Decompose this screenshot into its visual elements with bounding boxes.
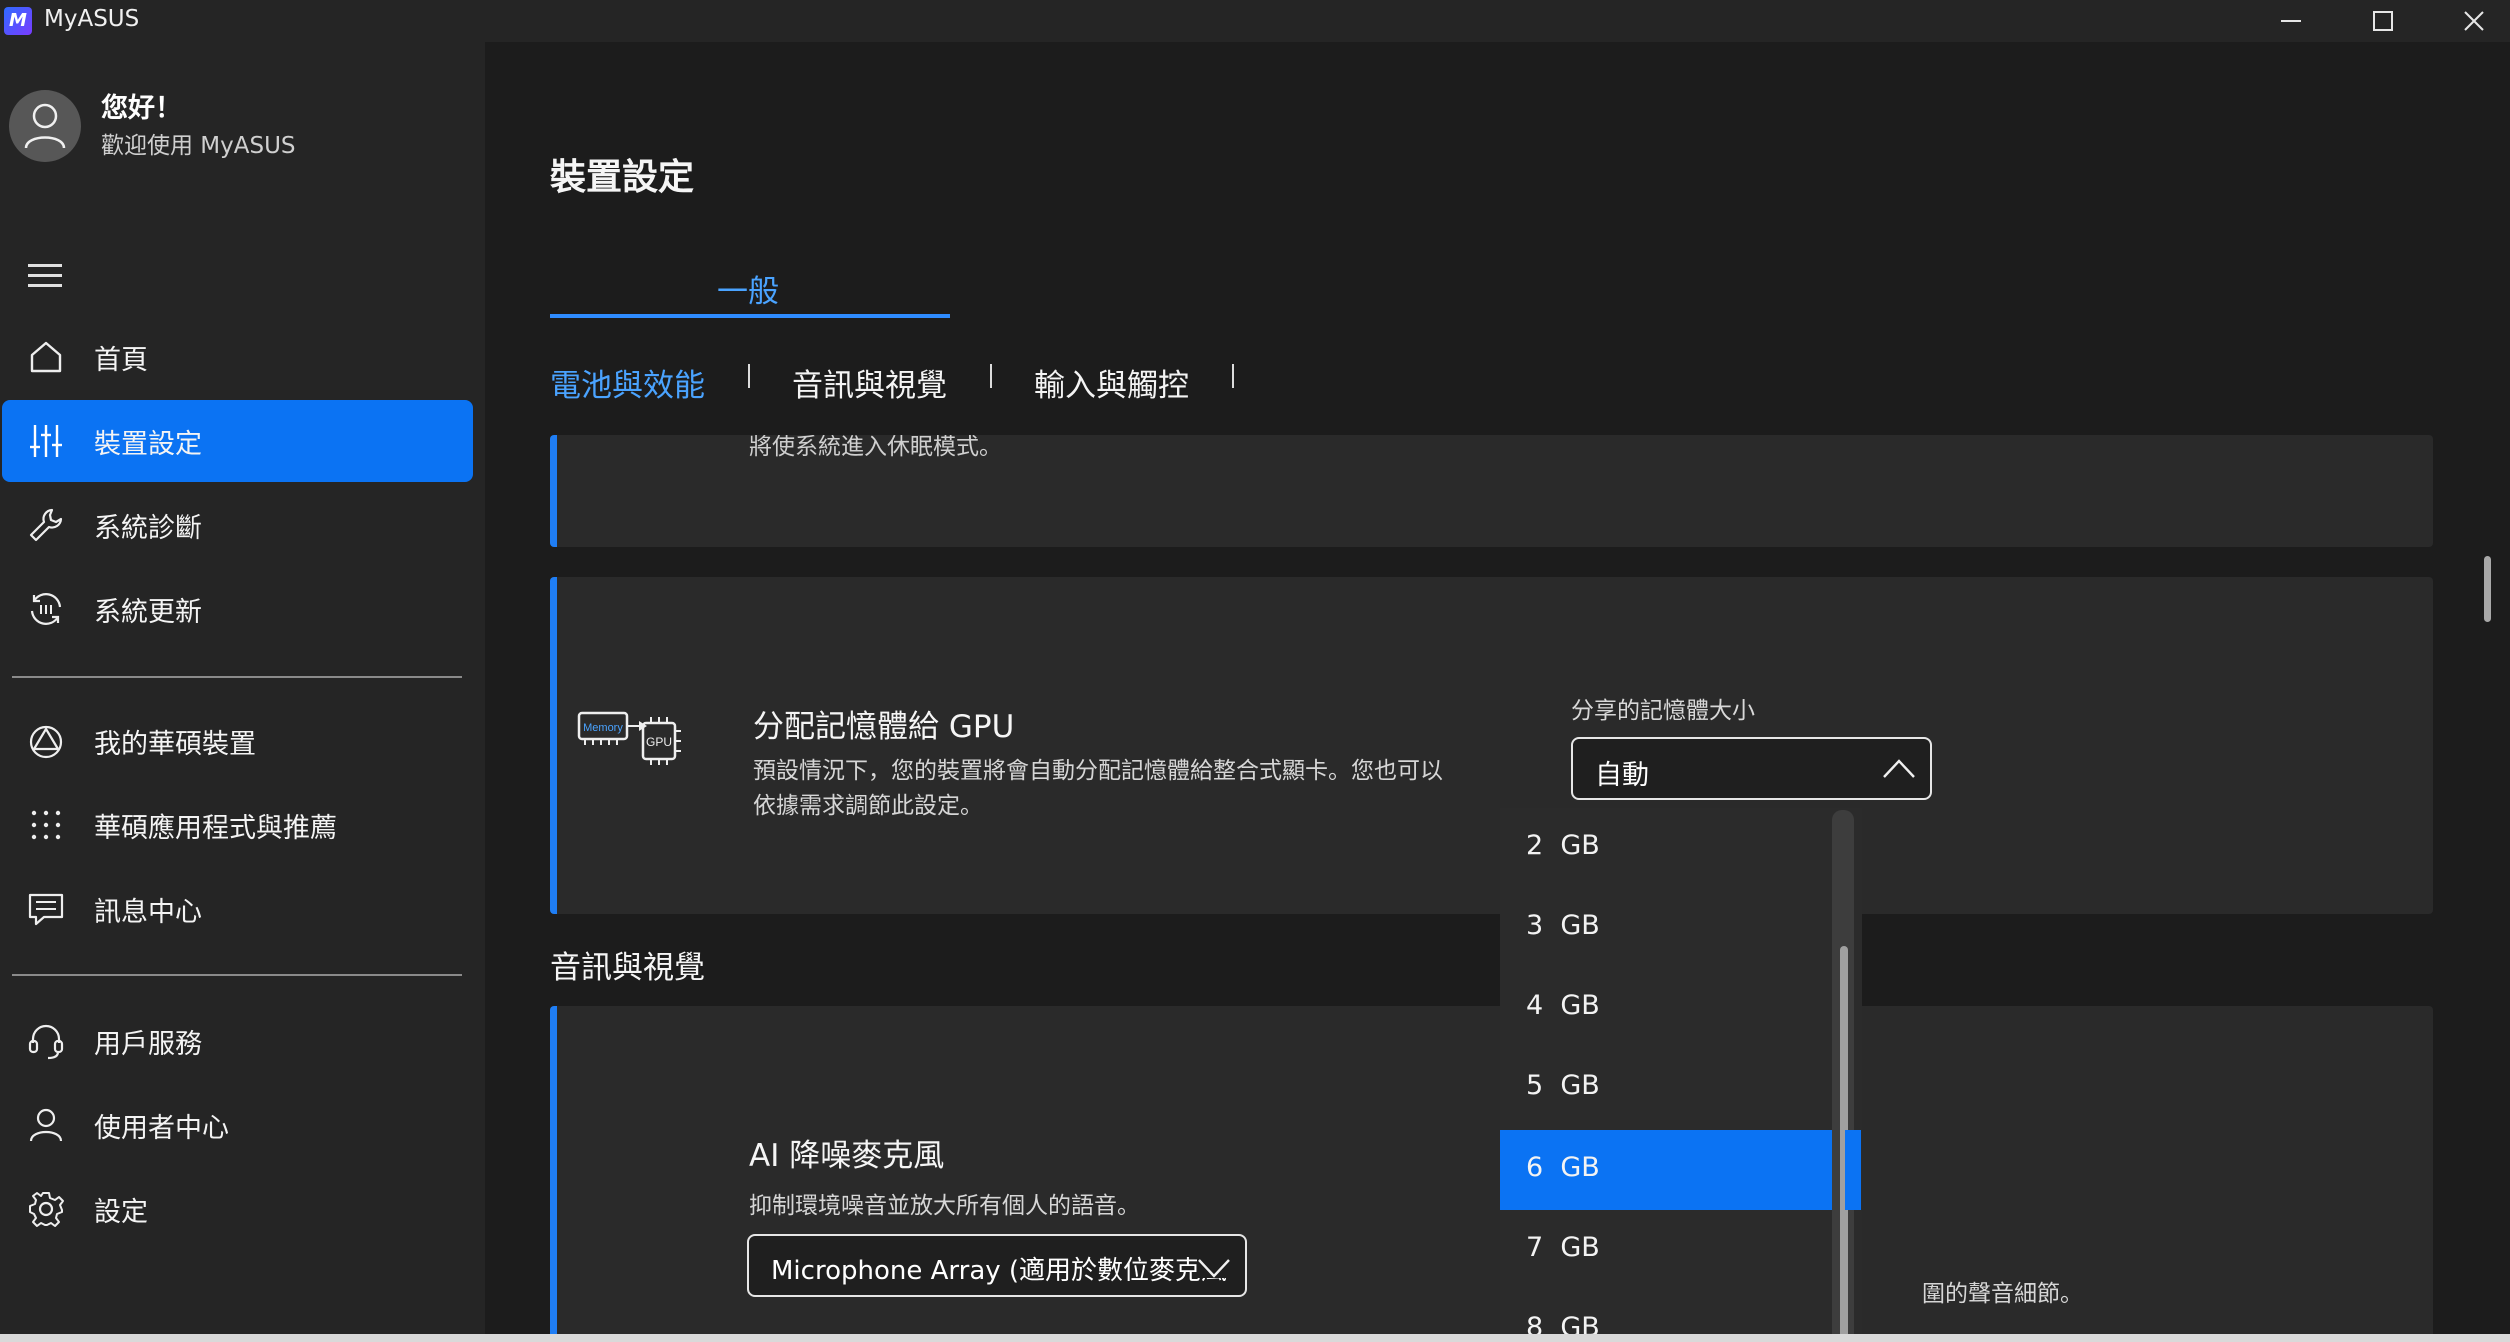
gear-icon: [29, 1192, 64, 1227]
minimize-icon: [2281, 20, 2301, 22]
maximize-button[interactable]: [2337, 0, 2429, 42]
device-icon: [29, 725, 63, 759]
memory-option[interactable]: 7 GB: [1500, 1210, 1832, 1290]
subtab-input-touch[interactable]: 輸入與觸控: [1034, 360, 1189, 405]
sidebar-divider: [12, 676, 462, 678]
wrench-icon: [29, 508, 63, 542]
option-label: 4 GB: [1526, 990, 1600, 1021]
user-icon: [24, 103, 66, 149]
tab-general[interactable]: 一般: [717, 266, 779, 311]
sidebar: 您好！ 歡迎使用 MyASUS 首頁 裝置設定 系統診斷 系統更新 我的華碩裝置: [0, 42, 485, 1342]
nav-label: 首頁: [94, 345, 148, 376]
microphone-select[interactable]: Microphone Array (適用於數位麥克風: [747, 1234, 1247, 1297]
myasus-logo-icon: M: [4, 7, 32, 35]
settings-card-hibernate: 將使系統進入休眠模式。: [550, 435, 2433, 547]
memory-option[interactable]: 4 GB: [1500, 968, 1832, 1048]
nav-item-customer-service[interactable]: 用戶服務: [2, 1000, 473, 1082]
option-label: 7 GB: [1526, 1232, 1600, 1263]
user-icon: [29, 1108, 63, 1142]
nav-label: 我的華碩裝置: [94, 729, 256, 760]
memory-gpu-icon: Memory GPU: [577, 711, 681, 765]
ai-mic-description: 抑制環境噪音並放大所有個人的語音。: [749, 1193, 1140, 1219]
nav-label: 系統更新: [94, 597, 202, 628]
option-label: 5 GB: [1526, 1070, 1600, 1101]
nav-item-settings[interactable]: 設定: [2, 1168, 473, 1250]
option-label: 6 GB: [1526, 1152, 1600, 1183]
nav-label: 系統診斷: [94, 513, 202, 544]
app-title: MyASUS: [44, 6, 140, 32]
subtab-audio-visual[interactable]: 音訊與視覺: [792, 360, 947, 405]
nav-item-message-center[interactable]: 訊息中心: [2, 868, 473, 950]
subtab-battery-performance[interactable]: 電池與效能: [550, 360, 705, 405]
nav-item-system-update[interactable]: 系統更新: [2, 568, 473, 650]
page-title: 裝置設定: [550, 157, 695, 198]
nav-item-device-settings[interactable]: 裝置設定: [2, 400, 473, 482]
nav-item-home[interactable]: 首頁: [2, 316, 473, 398]
memory-option-selected[interactable]: 6 GB: [1500, 1130, 1832, 1210]
minimize-button[interactable]: [2245, 0, 2337, 42]
option-label: 3 GB: [1526, 910, 1600, 941]
nav-item-apps-recommend[interactable]: 華碩應用程式與推薦: [2, 784, 473, 866]
sliders-icon: [30, 425, 62, 457]
memory-option[interactable]: 5 GB: [1500, 1048, 1832, 1128]
section-heading-audio-visual: 音訊與視覺: [550, 950, 705, 986]
settings-card-ai-noise-mic: AI 降噪麥克風 抑制環境噪音並放大所有個人的語音。 Microphone Ar…: [550, 1006, 2433, 1342]
sidebar-divider: [12, 974, 462, 976]
update-icon: [30, 593, 62, 625]
nav-label: 使用者中心: [94, 1113, 229, 1144]
memory-option[interactable]: 3 GB: [1500, 888, 1832, 968]
hamburger-icon[interactable]: [28, 264, 64, 294]
greeting-subtitle: 歡迎使用 MyASUS: [101, 133, 296, 159]
nav-label: 用戶服務: [94, 1029, 202, 1060]
microphone-select-value: Microphone Array (適用於數位麥克風: [771, 1256, 1228, 1286]
memory-option[interactable]: 2 GB: [1500, 808, 1832, 888]
title-bar: M MyASUS: [0, 0, 2510, 42]
subtab-separator: [748, 364, 750, 388]
close-button[interactable]: [2428, 0, 2510, 42]
taskbar-edge: [0, 1334, 2510, 1342]
subtab-separator: [990, 364, 992, 388]
nav-label: 訊息中心: [94, 897, 202, 928]
subtab-separator: [1232, 364, 1234, 388]
card-description: 將使系統進入休眠模式。: [749, 435, 1002, 460]
gpu-card-title: 分配記憶體給 GPU: [753, 709, 1015, 745]
shared-memory-label: 分享的記憶體大小: [1571, 698, 1755, 724]
maximize-icon: [2373, 11, 2393, 31]
home-icon: [30, 341, 62, 373]
chevron-up-icon: [1883, 759, 1915, 778]
ai-mic-title: AI 降噪麥克風: [749, 1138, 945, 1174]
ai-card-side-text: 圍的聲音細節。: [1922, 1281, 2083, 1307]
gpu-card-description: 預設情況下，您的裝置將會自動分配記憶體給整合式顯卡。您也可以依據需求調節此設定。: [753, 758, 1443, 819]
option-label: 2 GB: [1526, 830, 1600, 861]
apps-grid-icon: [31, 810, 61, 840]
avatar[interactable]: [9, 90, 81, 162]
shared-memory-options-list: 2 GB 3 GB 4 GB 5 GB 6 GB 7 GB 8 GB: [1500, 808, 1862, 1342]
nav-item-diagnostics[interactable]: 系統診斷: [2, 484, 473, 566]
nav-item-my-devices[interactable]: 我的華碩裝置: [2, 700, 473, 782]
nav-item-user-center[interactable]: 使用者中心: [2, 1084, 473, 1166]
greeting-title: 您好！: [101, 93, 182, 124]
main-scrollbar-thumb[interactable]: [2484, 556, 2491, 622]
main-content: 裝置設定 一般 電池與效能 音訊與視覺 輸入與觸控 將使系統進入休眠模式。 Me…: [485, 42, 2510, 1342]
gpu-icon-text: GPU: [646, 735, 672, 749]
memory-icon-text: Memory: [583, 722, 623, 734]
nav-label: 裝置設定: [94, 429, 202, 460]
selected-option-highlight-edge: [1845, 1130, 1861, 1210]
tab-active-indicator: [550, 314, 950, 318]
shared-memory-select-value: 自動: [1595, 760, 1649, 791]
headset-icon: [28, 1024, 64, 1060]
shared-memory-select[interactable]: 自動: [1571, 737, 1932, 800]
nav-label: 華碩應用程式與推薦: [94, 813, 337, 844]
settings-card-gpu-memory: Memory GPU 分配記憶體給 GPU 預設情況下，您的裝置將會自動分配記憶…: [550, 577, 2433, 914]
close-icon: [2464, 11, 2484, 31]
nav-label: 設定: [94, 1197, 148, 1228]
message-icon: [28, 893, 64, 926]
chevron-down-icon: [1197, 1256, 1231, 1278]
